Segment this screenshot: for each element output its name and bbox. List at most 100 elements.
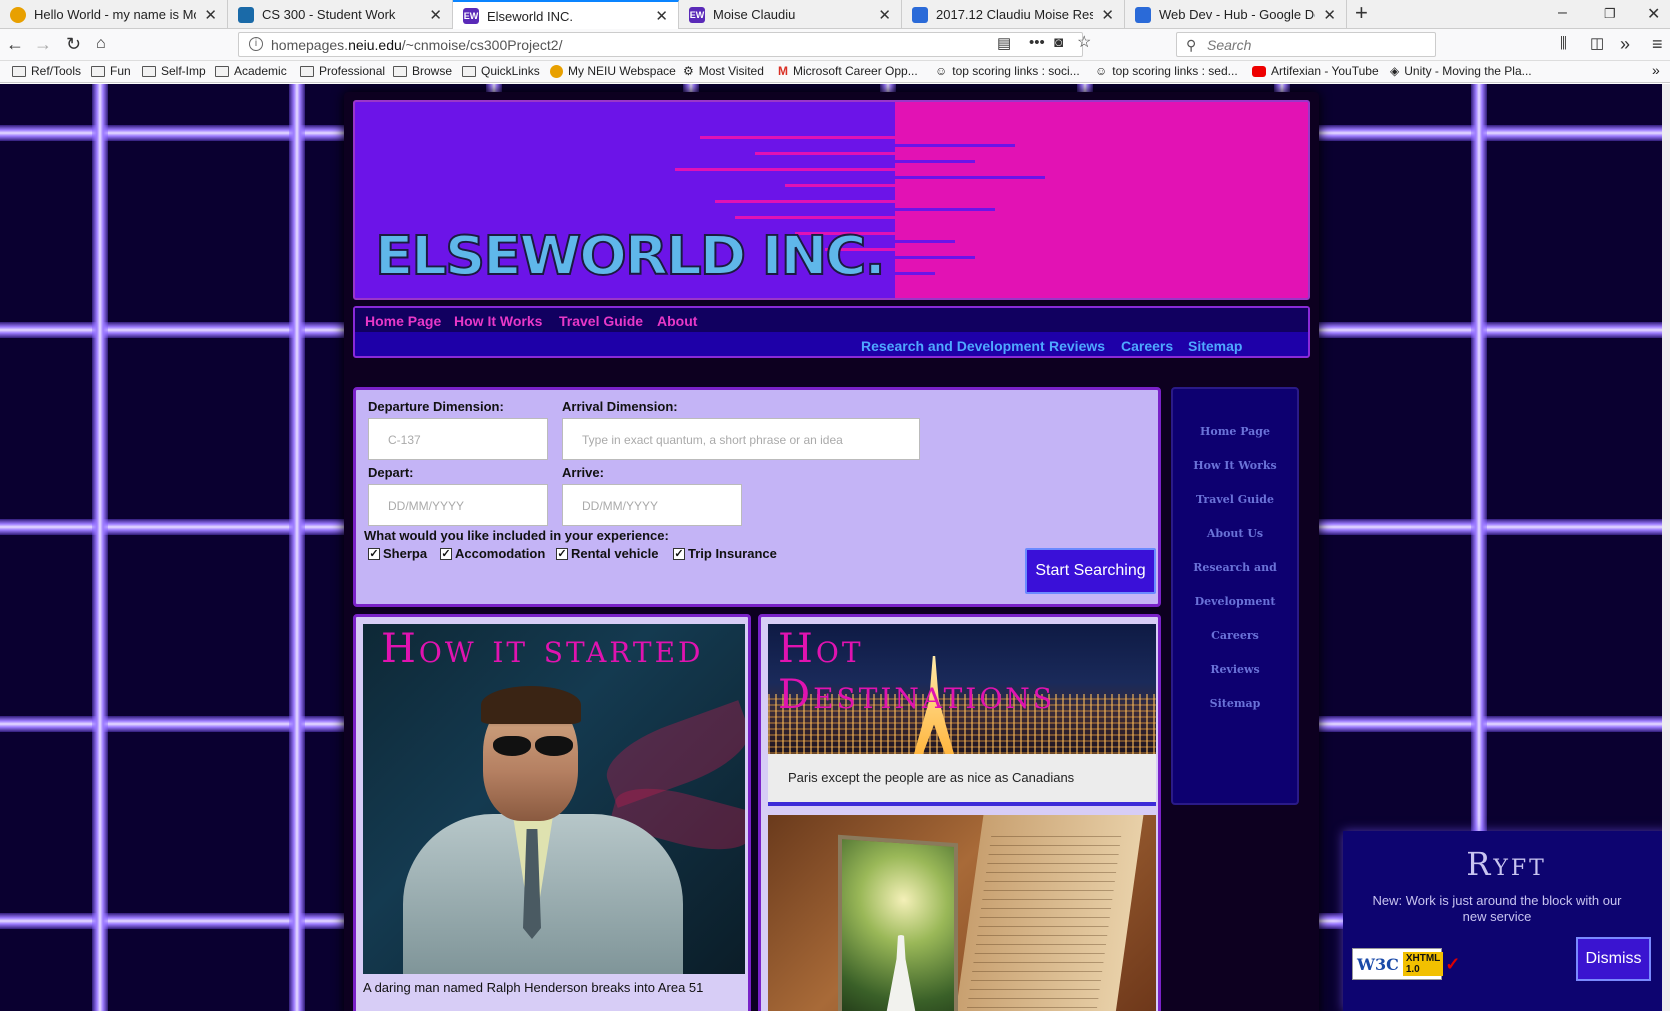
side-nav-research[interactable]: Research and (1173, 561, 1297, 574)
man-in-sunglasses-image: How it started (363, 624, 745, 974)
arrive-date-input[interactable]: DD/MM/YYYY (562, 484, 742, 526)
browser-tab[interactable]: 2017.12 Claudiu Moise Resume ✕ (902, 0, 1125, 29)
tab-favicon-icon: EW (689, 6, 705, 23)
bookmark-link[interactable]: M Microsoft Career Opp... (778, 64, 918, 78)
bookmark-folder[interactable]: QuickLinks (462, 64, 540, 78)
close-tab-icon[interactable]: ✕ (1101, 6, 1114, 24)
bookmark-label: Ref/Tools (31, 64, 82, 78)
arrival-dimension-input[interactable]: Type in exact quantum, a short phrase or… (562, 418, 920, 460)
banner-stripe (735, 216, 900, 219)
banner-stripe (715, 200, 900, 203)
banner-stripe (895, 240, 955, 243)
bookmark-link[interactable]: My NEIU Webspace (550, 64, 676, 78)
page-scrollbar[interactable] (1662, 84, 1670, 1011)
close-tab-icon[interactable]: ✕ (1323, 6, 1336, 24)
bookmark-folder[interactable]: Self-Imp (142, 64, 206, 78)
arrive-label: Arrive: (562, 465, 604, 480)
option-sherpa[interactable]: ✓ Sherpa (368, 546, 427, 561)
sidebar-icon[interactable]: ◫ (1590, 34, 1604, 54)
side-nav-development[interactable]: Development (1173, 595, 1297, 608)
banner-stripe (755, 152, 905, 155)
pocket-icon[interactable]: ◙ (1054, 33, 1063, 53)
side-nav-reviews[interactable]: Reviews (1173, 663, 1297, 676)
option-accomodation[interactable]: ✓ Accomodation (440, 546, 545, 561)
nav-travel-guide[interactable]: Travel Guide (559, 313, 643, 329)
dismiss-button[interactable]: Dismiss (1576, 937, 1651, 981)
side-nav-careers[interactable]: Careers (1173, 629, 1297, 642)
bookmark-star-icon[interactable]: ☆ (1077, 33, 1091, 53)
hair-shape (481, 686, 581, 724)
option-rental-vehicle[interactable]: ✓ Rental vehicle (556, 546, 658, 561)
banner-stripe (785, 184, 900, 187)
nav-how-it-works[interactable]: How It Works (454, 313, 542, 329)
close-tab-icon[interactable]: ✕ (655, 7, 668, 25)
nav-about[interactable]: About (657, 313, 697, 329)
folder-icon (462, 65, 476, 77)
new-tab-icon[interactable]: + (1355, 0, 1368, 26)
page-actions-icon[interactable]: ••• (1029, 33, 1045, 53)
search-box[interactable]: ⚲ Search (1176, 32, 1436, 57)
bookmark-label: Browse (412, 64, 453, 78)
w3c-xhtml-badge[interactable]: W3C XHTML 1.0 ✓ (1352, 948, 1460, 980)
browser-tab[interactable]: Hello World - my name is Mois ✕ (0, 0, 228, 29)
close-window-icon[interactable]: ✕ (1647, 4, 1660, 24)
bookmark-folder[interactable]: Academic (215, 64, 287, 78)
close-tab-icon[interactable]: ✕ (429, 6, 442, 24)
bookmark-folder[interactable]: Professional (300, 64, 385, 78)
back-icon[interactable]: ← (6, 34, 24, 54)
address-bar[interactable]: i homepages.neiu.edu/~cnmoise/cs300Proje… (238, 32, 1091, 57)
bookmark-folder[interactable]: Browse (393, 64, 452, 78)
maximize-icon[interactable]: ❐ (1604, 6, 1616, 22)
side-nav-home-page[interactable]: Home Page (1173, 425, 1297, 438)
reload-icon[interactable]: ↻ (66, 34, 81, 54)
site-logo[interactable]: ELSEWORLD INC. (374, 225, 887, 289)
popup-title: Ryft (1466, 845, 1547, 883)
minimize-icon[interactable]: – (1558, 4, 1567, 22)
home-icon[interactable]: ⌂ (96, 34, 106, 54)
bookmark-label: QuickLinks (481, 64, 540, 78)
side-nav-travel-guide[interactable]: Travel Guide (1173, 493, 1297, 506)
checkbox-checked-icon[interactable]: ✓ (673, 547, 685, 560)
browser-tab[interactable]: CS 300 - Student Work ✕ (228, 0, 453, 29)
banner-pink-half (895, 102, 1308, 298)
checkbox-checked-icon[interactable]: ✓ (440, 547, 452, 560)
nav-sitemap[interactable]: Sitemap (1188, 338, 1242, 354)
bookmark-link[interactable]: ☺ top scoring links : sed... (1095, 64, 1238, 78)
browser-tab[interactable]: Web Dev - Hub - Google Docs ✕ (1125, 0, 1347, 29)
bookmark-link[interactable]: ☺ top scoring links : soci... (935, 64, 1080, 78)
start-searching-button[interactable]: Start Searching (1025, 548, 1156, 594)
library-icon[interactable]: ⫼ (1560, 34, 1567, 54)
departure-dimension-input[interactable]: C-137 (368, 418, 548, 460)
nav-home-page[interactable]: Home Page (365, 313, 441, 329)
bookmark-folder[interactable]: Ref/Tools (12, 64, 81, 78)
bookmark-link[interactable]: ⚙ Most Visited (683, 64, 764, 78)
nav-careers[interactable]: Careers (1121, 338, 1173, 354)
checkbox-checked-icon[interactable]: ✓ (368, 547, 380, 560)
option-label: Accomodation (455, 546, 546, 561)
side-nav-sitemap[interactable]: Sitemap (1173, 697, 1297, 710)
reader-view-icon[interactable]: ▤ (997, 34, 1011, 54)
overflow-icon[interactable]: » (1620, 34, 1630, 54)
tab-favicon-icon (10, 6, 26, 23)
url-text: homepages.neiu.edu/~cnmoise/cs300Project… (271, 37, 563, 53)
browser-tab[interactable]: EW Moise Claudiu ✕ (679, 0, 902, 29)
nav-reviews[interactable]: Reviews (1049, 338, 1105, 354)
browser-tab-active[interactable]: EW Elseworld INC. ✕ (453, 0, 679, 30)
depart-date-input[interactable]: DD/MM/YYYY (368, 484, 548, 526)
bookmark-link[interactable]: ◈ Unity - Moving the Pla... (1390, 64, 1532, 78)
side-nav-how-it-works[interactable]: How It Works (1173, 459, 1297, 472)
forward-icon[interactable]: → (34, 34, 52, 54)
nav-research-and-development[interactable]: Research and Development (861, 338, 1045, 354)
side-nav-about-us[interactable]: About Us (1173, 527, 1297, 540)
menu-icon[interactable]: ≡ (1652, 34, 1663, 54)
bookmark-link[interactable]: Artifexian - YouTube (1252, 64, 1379, 78)
option-trip-insurance[interactable]: ✓ Trip Insurance (673, 546, 777, 561)
close-tab-icon[interactable]: ✕ (204, 6, 217, 24)
close-tab-icon[interactable]: ✕ (878, 6, 891, 24)
reddit-icon: ☺ (935, 64, 948, 78)
site-info-icon[interactable]: i (249, 37, 263, 51)
paris-night-image: Hot Destinations (768, 624, 1156, 754)
bookmarks-overflow-icon[interactable]: » (1652, 62, 1660, 78)
bookmark-folder[interactable]: Fun (91, 64, 131, 78)
checkbox-checked-icon[interactable]: ✓ (556, 547, 568, 560)
